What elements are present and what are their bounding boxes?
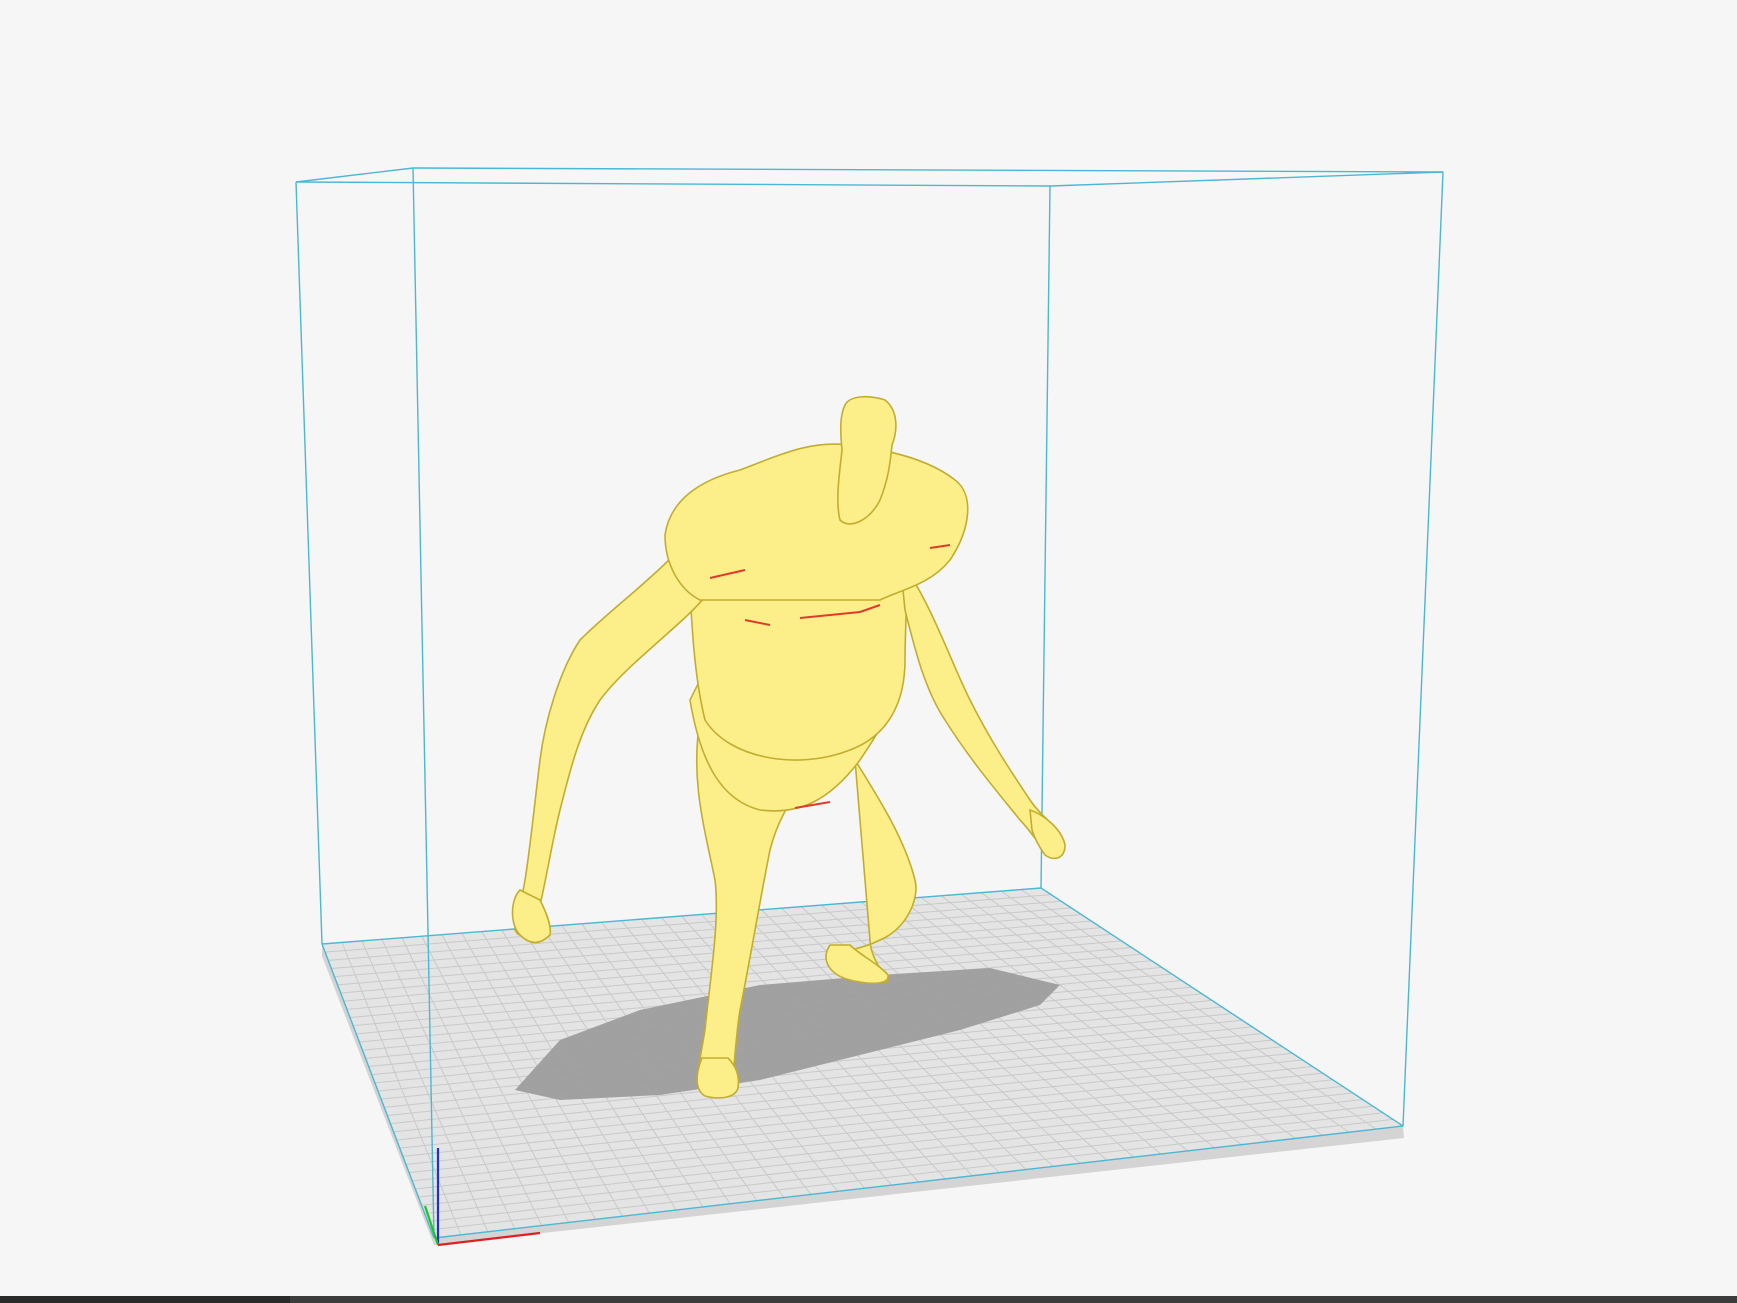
model-left-foot [696,1057,740,1099]
model-right-arm [898,557,1058,852]
status-bar-segment [0,1296,290,1303]
model-right-hand [1029,808,1066,860]
model-shoulders [664,443,969,601]
viewport-canvas[interactable] [0,0,1737,1303]
3d-viewport[interactable] [0,0,1737,1303]
